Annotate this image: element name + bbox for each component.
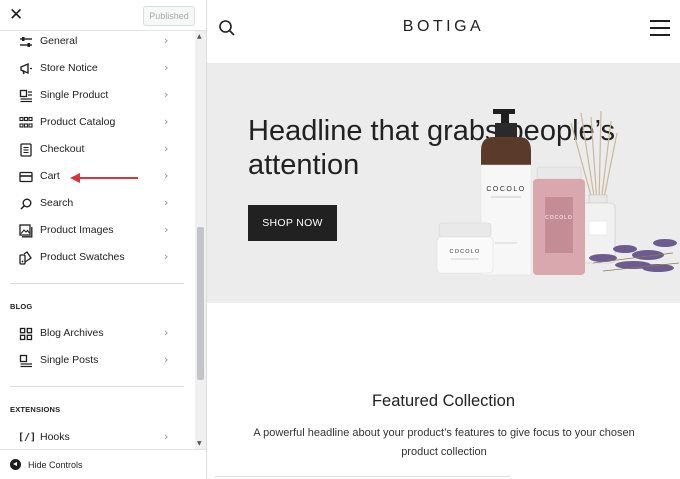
chevron-right-icon: ›	[164, 115, 169, 128]
chevron-right-icon: ›	[164, 142, 169, 155]
panel-scrollbar[interactable]: ▲ ▼	[195, 31, 206, 449]
chevron-right-icon: ›	[164, 61, 169, 74]
checkout-list-icon	[20, 143, 32, 157]
menu-item-label: Product Images	[40, 224, 114, 236]
scroll-up-arrow-icon[interactable]: ▲	[197, 33, 202, 40]
menu-item-store-notice[interactable]: Store Notice ›	[0, 56, 195, 83]
site-header: BOTIGA	[207, 0, 680, 63]
search-icon	[20, 198, 32, 210]
section-divider	[215, 476, 510, 477]
product-label-text: COCOLO	[545, 215, 573, 221]
menu-item-label: General	[40, 35, 78, 47]
grid-icon	[19, 327, 33, 341]
section-title-blog: BLOG	[10, 302, 33, 311]
menu-item-single-posts[interactable]: Single Posts ›	[0, 348, 195, 375]
menu-item-product-swatches[interactable]: Product Swatches ›	[0, 245, 195, 272]
menu-item-label: Blog Archives	[40, 327, 104, 339]
card-icon	[19, 171, 33, 183]
menu-item-label: Hooks	[40, 431, 70, 443]
featured-collection-title: Featured Collection	[371, 392, 516, 410]
menu-item-product-images[interactable]: Product Images ›	[0, 218, 195, 245]
hooks-icon: [/]	[18, 432, 37, 443]
site-logo[interactable]: BOTIGA	[207, 18, 680, 36]
chevron-right-icon: ›	[164, 223, 169, 236]
chevron-right-icon: ›	[164, 353, 169, 366]
panel-menu: General › Store Notice › Single Product	[0, 31, 195, 449]
featured-collection-subtitle: A powerful headline about your product’s…	[253, 427, 635, 458]
section-divider	[10, 386, 184, 387]
menu-item-checkout[interactable]: Checkout ›	[0, 137, 195, 164]
scrollbar-thumb[interactable]	[197, 227, 204, 380]
menu-item-label: Product Catalog	[40, 116, 116, 128]
chevron-right-icon: ›	[164, 250, 169, 263]
menu-item-search[interactable]: Search ›	[0, 191, 195, 218]
megaphone-icon	[20, 62, 32, 75]
hero-banner: Headline that grabs people’s attention S…	[207, 63, 680, 303]
scroll-down-arrow-icon[interactable]: ▼	[197, 440, 202, 447]
menu-item-label: Checkout	[40, 143, 85, 155]
chevron-right-icon: ›	[164, 326, 169, 339]
panel-header: ✕ Published	[0, 0, 206, 31]
menu-item-label: Single Posts	[40, 354, 99, 366]
collapse-arrow-icon	[10, 459, 21, 470]
hide-controls-button[interactable]: Hide Controls	[0, 449, 206, 479]
catalog-grid-icon	[19, 116, 33, 128]
menu-item-hooks[interactable]: [/] Hooks ›	[0, 425, 195, 449]
published-button[interactable]: Published	[143, 6, 195, 26]
hero-product-image: COCOLO COCOLO COCOLO	[436, 109, 680, 276]
menu-item-blog-archives[interactable]: Blog Archives ›	[0, 321, 195, 348]
chevron-right-icon: ›	[164, 88, 169, 101]
customizer-panel: ✕ Published General › Store Notice › Sin…	[0, 0, 207, 479]
hide-controls-label: Hide Controls	[28, 460, 83, 470]
chevron-right-icon: ›	[164, 34, 169, 47]
section-divider	[10, 283, 184, 284]
menu-item-general[interactable]: General ›	[0, 31, 195, 56]
shop-now-button[interactable]: SHOP NOW	[248, 205, 337, 241]
close-customizer-button[interactable]: ✕	[9, 7, 25, 24]
site-preview: BOTIGA Headline that grabs people’s atte…	[207, 0, 680, 479]
sliders-icon	[20, 37, 32, 47]
images-icon	[19, 224, 33, 238]
product-label-text: COCOLO	[449, 249, 480, 255]
menu-item-label: Search	[40, 197, 74, 209]
annotation-arrow	[70, 173, 138, 183]
menu-item-product-catalog[interactable]: Product Catalog ›	[0, 110, 195, 137]
chevron-right-icon: ›	[164, 169, 169, 182]
hamburger-menu-icon[interactable]	[650, 20, 670, 36]
menu-item-label: Single Product	[40, 89, 109, 101]
menu-item-label: Product Swatches	[40, 251, 125, 263]
menu-item-label: Cart	[40, 170, 60, 182]
chevron-right-icon: ›	[164, 430, 169, 443]
section-title-extensions: EXTENSIONS	[10, 405, 61, 414]
single-post-icon	[19, 354, 32, 368]
product-label-text: COCOLO	[486, 186, 525, 193]
swatches-icon	[19, 251, 32, 265]
single-product-icon	[19, 89, 32, 103]
menu-item-single-product[interactable]: Single Product ›	[0, 83, 195, 110]
chevron-right-icon: ›	[164, 196, 169, 209]
menu-item-label: Store Notice	[40, 62, 98, 74]
